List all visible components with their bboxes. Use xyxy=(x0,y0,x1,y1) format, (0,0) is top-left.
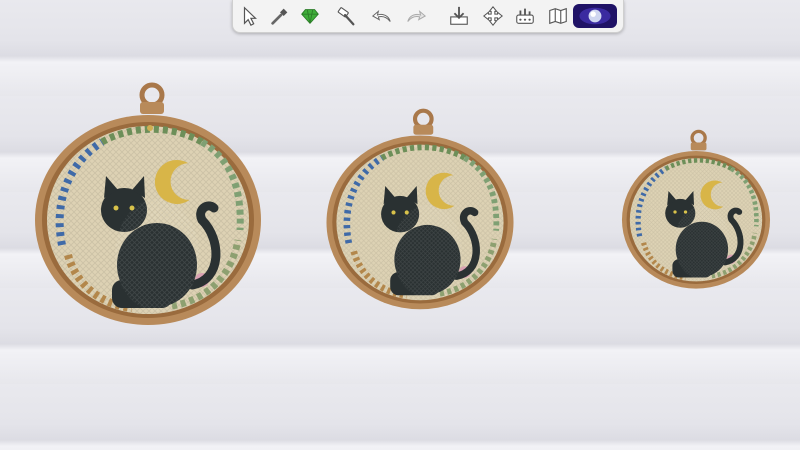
sledgehammer-icon[interactable] xyxy=(333,4,359,28)
build-mode-toolbar xyxy=(232,0,624,33)
select-arrow-icon[interactable] xyxy=(237,4,263,28)
blueprint-icon[interactable] xyxy=(545,4,571,28)
save-to-library-icon[interactable] xyxy=(446,4,472,28)
design-tool-icon[interactable] xyxy=(297,4,323,28)
terrain-tools-icon[interactable] xyxy=(512,4,538,28)
move-icon[interactable] xyxy=(480,4,506,28)
undo-icon[interactable] xyxy=(369,4,395,28)
redo-icon[interactable] xyxy=(403,4,429,28)
cross-stitch-cat-hoop-small[interactable] xyxy=(620,126,772,294)
cross-stitch-cat-hoop-large[interactable] xyxy=(32,80,264,330)
camera-view-icon[interactable] xyxy=(573,4,617,28)
cross-stitch-cat-hoop-medium[interactable] xyxy=(324,104,516,316)
eyedropper-icon[interactable] xyxy=(267,4,293,28)
